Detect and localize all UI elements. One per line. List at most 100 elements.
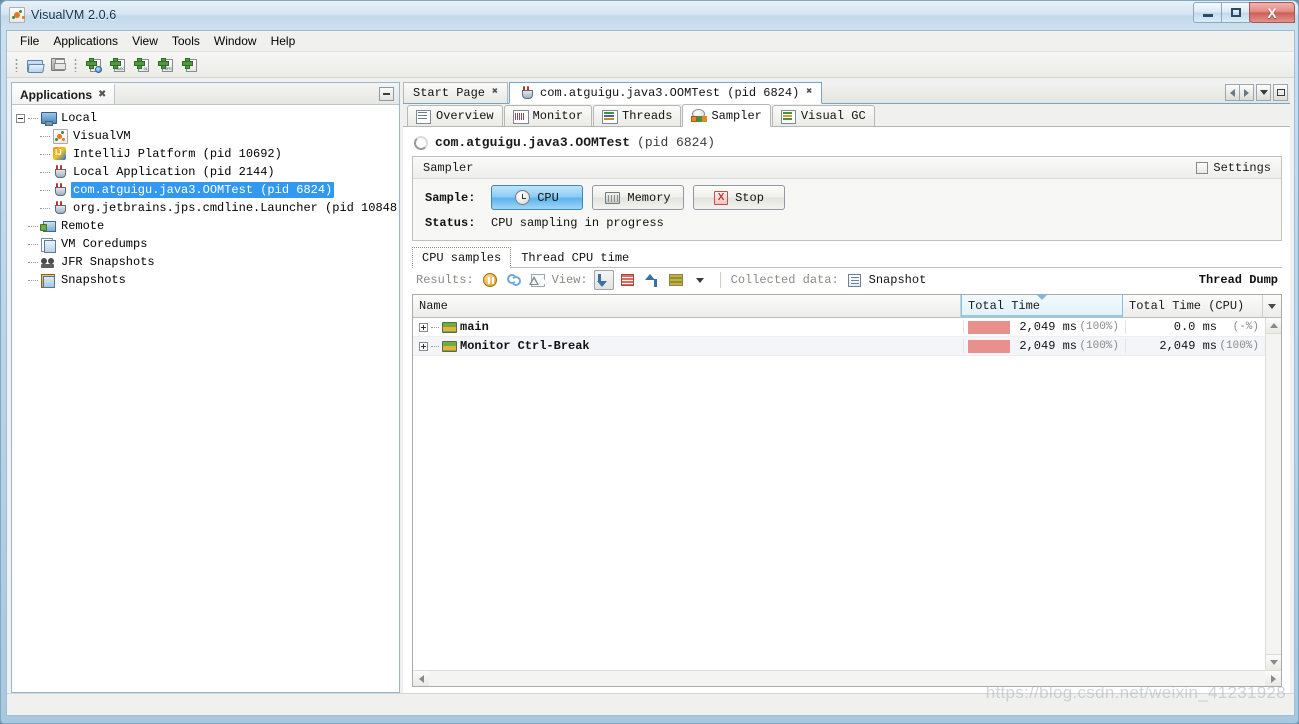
scroll-track[interactable] bbox=[429, 671, 1265, 686]
menu-item-help[interactable]: Help bbox=[264, 32, 303, 50]
chevron-down-icon bbox=[1269, 660, 1278, 665]
menu-item-tools[interactable]: Tools bbox=[165, 32, 207, 50]
scroll-up-button[interactable] bbox=[1266, 318, 1281, 334]
close-icon[interactable]: ✖ bbox=[98, 89, 106, 100]
menu-item-file[interactable]: File bbox=[13, 32, 46, 50]
view-hot-spots-button[interactable] bbox=[618, 270, 638, 290]
view-combined-button[interactable] bbox=[666, 270, 686, 290]
tree-node-label: Local bbox=[61, 111, 98, 125]
tree-node-remote[interactable]: Remote bbox=[16, 217, 399, 235]
tab-overview[interactable]: Overview bbox=[407, 105, 503, 126]
tree-node-local-application[interactable]: Local Application (pid 2144) bbox=[16, 163, 399, 181]
column-header-total-time[interactable]: Total Time bbox=[961, 295, 1123, 317]
close-icon[interactable]: ✖ bbox=[492, 88, 498, 98]
table-row[interactable]: main 2,049 ms (100%) 0.0 ms (-%) bbox=[413, 318, 1265, 337]
tree-node-jfr-snapshots[interactable]: JFR Snapshots bbox=[16, 253, 399, 271]
menu-item-window[interactable]: Window bbox=[207, 32, 264, 50]
previous-tab-button[interactable] bbox=[1225, 84, 1240, 101]
add-vm-coredump-button[interactable]: 01 bbox=[130, 54, 152, 76]
open-file-button[interactable] bbox=[23, 54, 45, 76]
refresh-results-button[interactable] bbox=[504, 270, 524, 290]
expand-handle-icon[interactable] bbox=[419, 322, 428, 332]
tree-line bbox=[28, 117, 38, 119]
snapshot-button[interactable] bbox=[845, 270, 865, 290]
column-header-total-time-cpu[interactable]: Total Time (CPU) bbox=[1123, 295, 1263, 317]
tab-oomtest[interactable]: com.atguigu.java3.OOMTest (pid 6824) ✖ bbox=[509, 82, 823, 104]
memory-sample-button[interactable]: Memory bbox=[592, 185, 684, 210]
tree-node-snapshots[interactable]: Snapshots bbox=[16, 271, 399, 289]
add-jfr-snapshot-button[interactable]: JFR bbox=[154, 54, 176, 76]
scroll-right-button[interactable] bbox=[1265, 671, 1281, 686]
table-row[interactable]: Monitor Ctrl-Break 2,049 ms (100%) 2,049… bbox=[413, 337, 1265, 356]
table-vertical-scrollbar[interactable] bbox=[1265, 318, 1281, 670]
tab-start-page[interactable]: Start Page ✖ bbox=[403, 82, 509, 103]
save-button[interactable] bbox=[47, 54, 69, 76]
add-remote-host-button[interactable] bbox=[82, 54, 104, 76]
stop-sample-button[interactable]: X Stop bbox=[693, 185, 785, 210]
tree-node-oomtest[interactable]: com.atguigu.java3.OOMTest (pid 6824) bbox=[16, 181, 399, 199]
maximize-button[interactable] bbox=[1221, 2, 1250, 23]
applications-panel: Applications ✖ Local VisualVM IJ Intelli… bbox=[11, 82, 400, 693]
scroll-down-button[interactable] bbox=[1266, 654, 1281, 670]
column-header-name[interactable]: Name bbox=[413, 295, 961, 317]
tab-threads[interactable]: Threads bbox=[593, 105, 682, 126]
applications-tree[interactable]: Local VisualVM IntelliJ Platform (pid 10… bbox=[12, 105, 399, 692]
collapse-handle-icon[interactable] bbox=[16, 113, 25, 123]
memory-chip-icon bbox=[605, 191, 621, 204]
tree-node-visualvm[interactable]: VisualVM bbox=[16, 127, 399, 145]
thread-dump-button[interactable]: Thread Dump bbox=[1199, 273, 1278, 287]
cell-total-time-cpu: 2,049 ms (100%) bbox=[1125, 339, 1265, 353]
menu-item-view[interactable]: View bbox=[125, 32, 165, 50]
tree-line bbox=[28, 225, 38, 227]
scroll-track[interactable] bbox=[1266, 334, 1281, 654]
tab-list-button[interactable] bbox=[1256, 84, 1271, 101]
sampler-section-title: Sampler bbox=[423, 160, 474, 175]
column-chooser-button[interactable] bbox=[1263, 295, 1281, 317]
add-jmx-connection-button[interactable]: JMX bbox=[106, 54, 128, 76]
snapshot-label[interactable]: Snapshot bbox=[869, 273, 927, 287]
view-forward-calls-button[interactable] bbox=[593, 270, 614, 290]
tab-sampler[interactable]: Sampler bbox=[682, 104, 771, 127]
monitor-icon bbox=[512, 109, 529, 124]
delta-results-button[interactable] bbox=[528, 270, 548, 290]
minimize-button[interactable] bbox=[1193, 2, 1222, 23]
table-horizontal-scrollbar[interactable] bbox=[413, 670, 1281, 686]
sub-tab-label: Overview bbox=[436, 109, 494, 123]
settings-checkbox[interactable] bbox=[1196, 161, 1209, 174]
close-icon[interactable]: ✖ bbox=[806, 88, 812, 98]
expand-handle-icon[interactable] bbox=[419, 341, 428, 351]
java-cup-icon bbox=[52, 182, 68, 198]
cell-total-time-cpu: 0.0 ms (-%) bbox=[1125, 320, 1265, 334]
add-snapshot-button[interactable] bbox=[178, 54, 200, 76]
tree-node-intellij-platform[interactable]: IntelliJ Platform (pid 10692) bbox=[16, 145, 399, 163]
settings-toggle[interactable]: Settings bbox=[1196, 161, 1275, 175]
cpu-sample-button[interactable]: CPU bbox=[491, 185, 583, 210]
menu-item-applications[interactable]: Applications bbox=[46, 32, 125, 50]
tree-node-label: Snapshots bbox=[61, 273, 126, 287]
view-dropdown-button[interactable] bbox=[690, 270, 710, 290]
loading-spinner-icon bbox=[414, 135, 428, 150]
toolbar-grip-2[interactable] bbox=[74, 57, 77, 72]
cpu-button-label: CPU bbox=[537, 190, 559, 205]
next-tab-button[interactable] bbox=[1239, 84, 1254, 101]
maximize-document-button[interactable] bbox=[1273, 84, 1288, 101]
tree-node-local[interactable]: Local bbox=[16, 109, 399, 127]
toolbar-grip[interactable] bbox=[15, 57, 18, 72]
tab-visual-gc[interactable]: Visual GC bbox=[771, 105, 875, 126]
tree-node-vm-coredumps[interactable]: VM Coredumps bbox=[16, 235, 399, 253]
table-header-row: Name Total Time Total Time (CPU) bbox=[413, 295, 1281, 318]
scroll-left-button[interactable] bbox=[413, 671, 429, 686]
tab-monitor[interactable]: Monitor bbox=[503, 105, 593, 126]
tab-thread-cpu-time[interactable]: Thread CPU time bbox=[511, 247, 639, 267]
minimize-panel-button[interactable] bbox=[379, 86, 394, 101]
cell-name: Monitor Ctrl-Break bbox=[413, 339, 963, 353]
close-button[interactable]: X bbox=[1249, 2, 1295, 23]
delta-triangle-icon bbox=[528, 273, 545, 287]
tab-cpu-samples[interactable]: CPU samples bbox=[412, 247, 512, 268]
tree-node-label: Local Application (pid 2144) bbox=[73, 165, 275, 179]
results-tab-label: CPU samples bbox=[422, 250, 502, 265]
view-reverse-calls-button[interactable] bbox=[642, 270, 662, 290]
pause-results-button[interactable] bbox=[480, 270, 500, 290]
tree-node-jps-launcher[interactable]: org.jetbrains.jps.cmdline.Launcher (pid … bbox=[16, 199, 399, 217]
tab-applications[interactable]: Applications ✖ bbox=[12, 83, 116, 104]
